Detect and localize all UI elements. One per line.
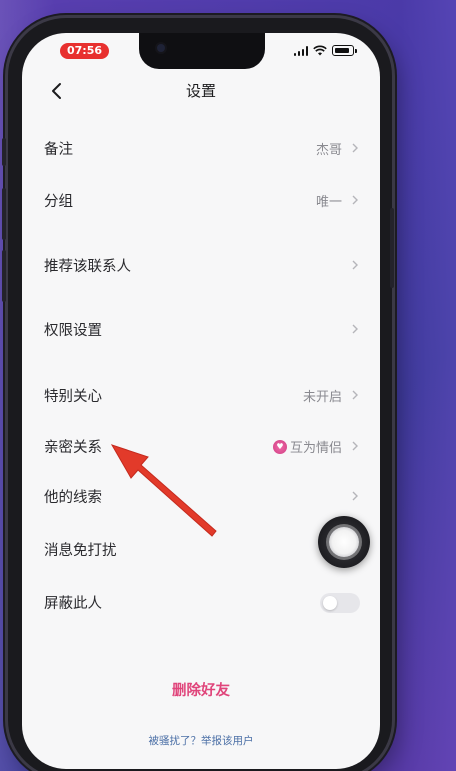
chevron-right-icon [350, 438, 360, 454]
setting-row-group[interactable]: 分组 唯一 [44, 180, 364, 220]
heart-badge-icon: ♥ [272, 439, 287, 454]
chevron-right-icon [350, 257, 360, 273]
toggle-knob [323, 596, 337, 610]
status-time: 07:56 [60, 43, 110, 59]
setting-row-recommend[interactable]: 推荐该联系人 [44, 245, 364, 285]
setting-row-permissions[interactable]: 权限设置 [44, 309, 364, 349]
intimate-value-text: 互为情侣 [289, 441, 342, 456]
phone-screen: 07:56 设置 备注 杰哥 分组 唯一 推荐该联系人 权限设置 特别关心 未开… [22, 33, 380, 769]
wifi-icon [313, 45, 327, 56]
block-toggle[interactable] [320, 593, 360, 613]
setting-row-clues[interactable]: 他的线索 [44, 476, 364, 516]
delete-friend-button[interactable]: 删除好友 [22, 679, 380, 700]
setting-row-block: 屏蔽此人 [44, 582, 364, 622]
setting-row-dnd: 消息免打扰 [44, 529, 364, 569]
setting-label: 他的线索 [44, 490, 102, 506]
volume-down-button [2, 250, 6, 302]
setting-label: 特别关心 [44, 389, 102, 405]
notch [139, 33, 265, 69]
report-user-link[interactable]: 被骚扰了？举报该用户 [22, 733, 380, 748]
setting-label: 分组 [44, 194, 73, 210]
setting-label: 屏蔽此人 [44, 596, 102, 612]
assistive-touch-button[interactable] [318, 516, 370, 568]
chevron-right-icon [350, 192, 360, 208]
front-camera-icon [157, 44, 165, 52]
setting-label: 亲密关系 [44, 440, 102, 456]
setting-label: 备注 [44, 142, 73, 158]
setting-value: 杰哥 [315, 143, 342, 158]
setting-row-remark[interactable]: 备注 杰哥 [44, 128, 364, 168]
intimate-value: ♥ 互为情侣 [272, 437, 342, 456]
setting-value: 唯一 [315, 195, 342, 210]
power-button [390, 208, 394, 288]
setting-label: 推荐该联系人 [44, 259, 131, 275]
chevron-right-icon [350, 321, 360, 337]
chevron-right-icon [350, 140, 360, 156]
chevron-right-icon [350, 488, 360, 504]
chevron-right-icon [350, 387, 360, 403]
setting-value: 未开启 [302, 390, 342, 405]
assistive-touch-icon [329, 527, 359, 557]
mute-switch [2, 138, 6, 166]
setting-label: 权限设置 [44, 323, 102, 339]
setting-label: 消息免打扰 [44, 543, 117, 559]
page-title: 设置 [185, 82, 216, 100]
setting-row-intimate-relation[interactable]: 亲密关系 ♥ 互为情侣 [44, 426, 364, 466]
status-icons [293, 45, 357, 56]
battery-icon [332, 45, 357, 56]
cellular-signal-icon [293, 45, 308, 56]
nav-bar: 设置 [22, 77, 380, 105]
setting-row-special-care[interactable]: 特别关心 未开启 [44, 375, 364, 415]
volume-up-button [2, 188, 6, 240]
